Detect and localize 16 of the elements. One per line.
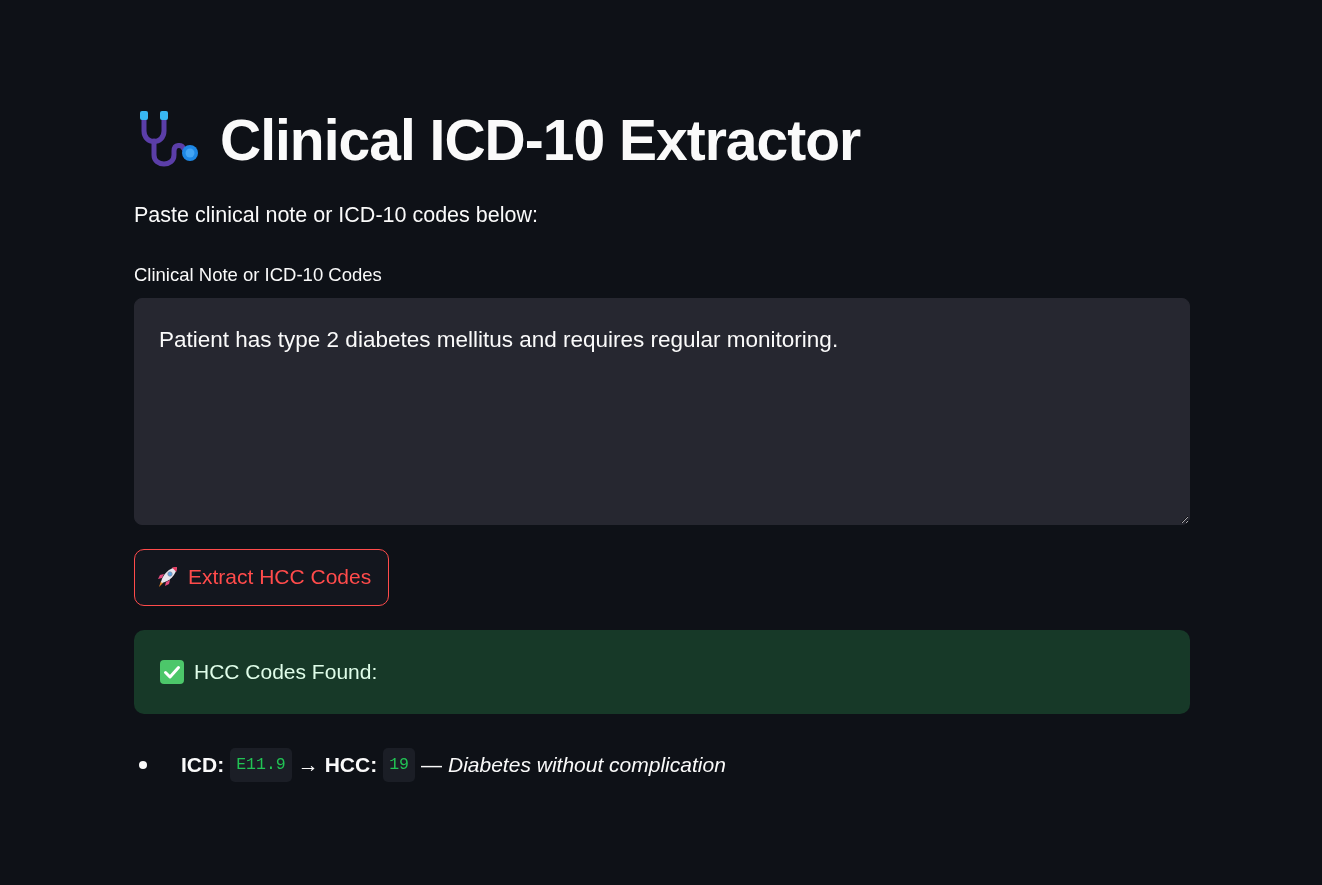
arrow-text: → — [297, 752, 319, 779]
alert-text: HCC Codes Found: — [194, 658, 378, 685]
check-icon — [160, 659, 184, 684]
note-textarea[interactable]: Patient has type 2 diabetes mellitus and requires regular monitoring. — [134, 297, 1190, 525]
hcc-label: HCC: — [324, 752, 378, 779]
dash-text: — — [421, 752, 442, 779]
extract-button[interactable]: Extract HCC Codes — [134, 548, 390, 606]
bullet-icon — [139, 760, 147, 769]
page-title: Clinical ICD-10 Extractor — [220, 108, 861, 174]
icd-code: E11.9 — [230, 747, 292, 783]
rocket-icon — [155, 565, 179, 590]
hcc-code: 19 — [383, 747, 415, 783]
field-label: Clinical Note or ICD-10 Codes — [134, 263, 383, 288]
code-description: Diabetes without complication — [448, 752, 726, 779]
intro-text: Paste clinical note or ICD-10 codes below: — [134, 201, 539, 229]
icd-label: ICD: — [181, 752, 225, 779]
